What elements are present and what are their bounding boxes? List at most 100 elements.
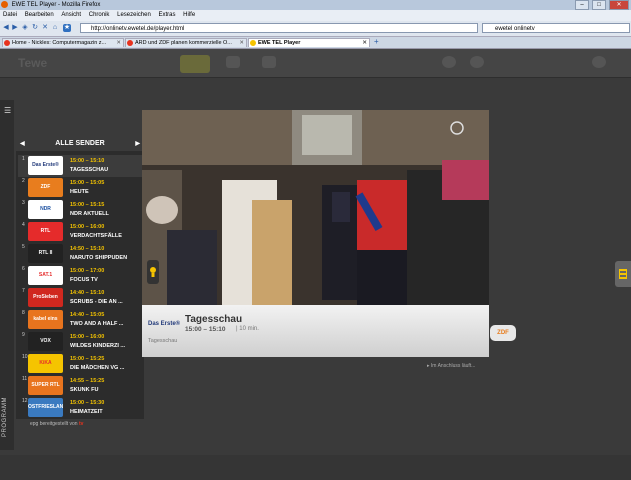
channel-number: 2	[22, 178, 25, 184]
lightbulb-icon	[150, 267, 156, 277]
search-input[interactable]: ewetel onlinetv	[482, 23, 630, 33]
followup-text: Im Anschluss läuft...	[430, 363, 476, 369]
history-icon[interactable]: ◈	[21, 24, 29, 32]
channel-number: 6	[22, 266, 25, 272]
current-program-duration: | 10 min.	[236, 326, 259, 332]
channel-logo: SAT.1	[28, 266, 63, 285]
channel-row[interactable]: 6 SAT.1 15:00 – 17:00 FOCUS TV	[18, 265, 142, 287]
channel-row[interactable]: 9 VOX 15:00 – 16:00 WILDES KINDERZI ...	[18, 331, 142, 353]
channel-number: 1	[22, 156, 25, 162]
menu-chronik[interactable]: Chronik	[89, 12, 110, 18]
program-title: SCRUBS - DIE AN ...	[70, 299, 123, 305]
video-player[interactable]	[142, 110, 489, 305]
prev-icon[interactable]: ◀	[20, 137, 25, 151]
close-button[interactable]: ✕	[609, 0, 629, 10]
next-icon[interactable]: ▶	[135, 137, 140, 151]
reload-icon[interactable]: ↻	[31, 24, 39, 32]
tab-nickles[interactable]: Home - Nickles: Computermagazin z... ✕	[2, 38, 124, 47]
channel-row[interactable]: 5 RTL II 14:50 – 15:10 NARUTO SHIPPUDEN	[18, 243, 142, 265]
program-title: TWO AND A HALF ...	[70, 321, 124, 327]
channel-row[interactable]: 11 SUPER RTL 14:55 – 15:25 SKUNK FU	[18, 375, 142, 397]
program-time: 14:55 – 15:25	[70, 378, 105, 384]
channel-list-header[interactable]: ◀ ALLE SENDER ▶	[16, 137, 144, 151]
program-title: NDR AKTUELL	[70, 211, 109, 217]
favicon-icon	[4, 40, 10, 46]
channel-row[interactable]: 8 kabel eins 14:40 – 15:05 TWO AND A HALF .…	[18, 309, 142, 331]
channel-logo: Das Erste®	[28, 156, 63, 175]
volume-icon[interactable]	[470, 56, 484, 68]
program-time: 14:40 – 15:05	[70, 312, 105, 318]
window-titlebar: EWE TEL Player - Mozilla Firefox	[0, 0, 631, 10]
home-icon[interactable]: ⌂	[51, 24, 59, 32]
program-title: FOCUS TV	[70, 277, 98, 283]
menu-bar: Datei Bearbeiten Ansicht Chronik Lesezei…	[0, 10, 631, 21]
url-input[interactable]: http://onlinetv.ewetel.de/player.html	[80, 23, 478, 33]
program-title: WILDES KINDERZI ...	[70, 343, 125, 349]
channel-logo: ZDF	[28, 178, 63, 197]
left-arrow-button[interactable]	[147, 260, 159, 284]
program-time: 15:00 – 15:30	[70, 400, 105, 406]
channel-row[interactable]: 10 KiKA 15:00 – 15:25 DIE MÄDCHEN VG ...	[18, 353, 142, 375]
minimize-button[interactable]: –	[575, 0, 590, 10]
followup-link[interactable]: ▸ Im Anschluss läuft...	[427, 363, 475, 369]
program-time: 15:00 – 15:15	[70, 202, 105, 208]
video-frame-image	[142, 110, 489, 305]
menu-datei[interactable]: Datei	[3, 12, 17, 18]
channel-logo: VOX	[28, 332, 63, 351]
channel-number: 5	[22, 244, 25, 250]
info-icon[interactable]	[262, 56, 276, 68]
settings-icon[interactable]	[226, 56, 240, 68]
channel-logo: KiKA	[28, 354, 63, 373]
favicon-icon	[127, 40, 133, 46]
channel-row[interactable]: 4 RTL 15:00 – 16:00 VERDACHTSFÄLLE	[18, 221, 142, 243]
tab-ard-zdf[interactable]: ARD und ZDF planen kommerzielle O... ✕	[125, 38, 247, 47]
program-time: 15:00 – 15:25	[70, 356, 105, 362]
new-tab-button[interactable]: +	[374, 37, 379, 46]
channel-row[interactable]: 7 ProSieben 14:40 – 15:10 SCRUBS - DIE AN .…	[18, 287, 142, 309]
program-time: 14:50 – 15:10	[70, 246, 105, 252]
list-menu-icon[interactable]: ☰	[4, 106, 11, 115]
channel-row[interactable]: 3 NDR 15:00 – 15:15 NDR AKTUELL	[18, 199, 142, 221]
favicon-icon	[250, 40, 256, 46]
channel-number: 10	[22, 354, 28, 360]
bookmark-icon[interactable]: ★	[63, 24, 71, 32]
channel-row[interactable]: 2 ZDF 15:00 – 15:05 HEUTE	[18, 177, 142, 199]
program-title: SKUNK FU	[70, 387, 99, 393]
channel-logo: RTL II	[28, 244, 63, 263]
program-time: 15:00 – 16:00	[70, 224, 105, 230]
menu-bearbeiten[interactable]: Bearbeiten	[25, 12, 54, 18]
program-title: DIE MÄDCHEN VG ...	[70, 365, 125, 371]
maximize-button[interactable]: □	[592, 0, 607, 10]
current-program-title: Tagesschau	[185, 314, 243, 325]
tv-mode-button[interactable]	[180, 55, 210, 73]
duration-text: 10 min.	[239, 326, 259, 332]
stop-icon[interactable]: ✕	[41, 24, 49, 32]
back-icon[interactable]: ◀	[2, 24, 10, 32]
next-channel-button[interactable]: ZDF	[490, 325, 516, 341]
program-title: HEIMATZEIT	[70, 409, 103, 415]
tab-close-icon[interactable]: ✕	[362, 39, 367, 47]
firefox-icon	[1, 1, 8, 8]
menu-ansicht[interactable]: Ansicht	[61, 12, 81, 18]
program-time: 15:00 – 17:00	[70, 268, 105, 274]
menu-lesezeichen[interactable]: Lesezeichen	[117, 12, 151, 18]
forward-icon[interactable]: ▶	[11, 24, 19, 32]
window-controls: – □ ✕	[574, 0, 629, 10]
tab-close-icon[interactable]: ✕	[239, 39, 244, 47]
menu-extras[interactable]: Extras	[158, 12, 175, 18]
side-panel-button[interactable]	[615, 261, 631, 287]
channel-number: 7	[22, 288, 25, 294]
channel-number: 12	[22, 398, 28, 404]
channel-row[interactable]: 1 Das Erste® 15:00 – 15:10 TAGESSCHAU	[18, 155, 142, 177]
channel-logo: ProSieben	[28, 288, 63, 307]
channel-logo: RTL	[28, 222, 63, 241]
tab-close-icon[interactable]: ✕	[116, 39, 121, 47]
record-icon[interactable]	[442, 56, 456, 68]
power-icon[interactable]	[592, 56, 606, 68]
menu-hilfe[interactable]: Hilfe	[183, 12, 195, 18]
channel-header-label: ALLE SENDER	[55, 140, 105, 147]
channel-row[interactable]: 12OSTFRIESLAND 15:00 – 15:30 HEIMATZEIT	[18, 397, 142, 419]
tab-ewe-tel-player[interactable]: EWE TEL Player ✕	[248, 38, 370, 47]
window-title: EWE TEL Player - Mozilla Firefox	[11, 2, 101, 8]
channel-logo: SUPER RTL	[28, 376, 63, 395]
